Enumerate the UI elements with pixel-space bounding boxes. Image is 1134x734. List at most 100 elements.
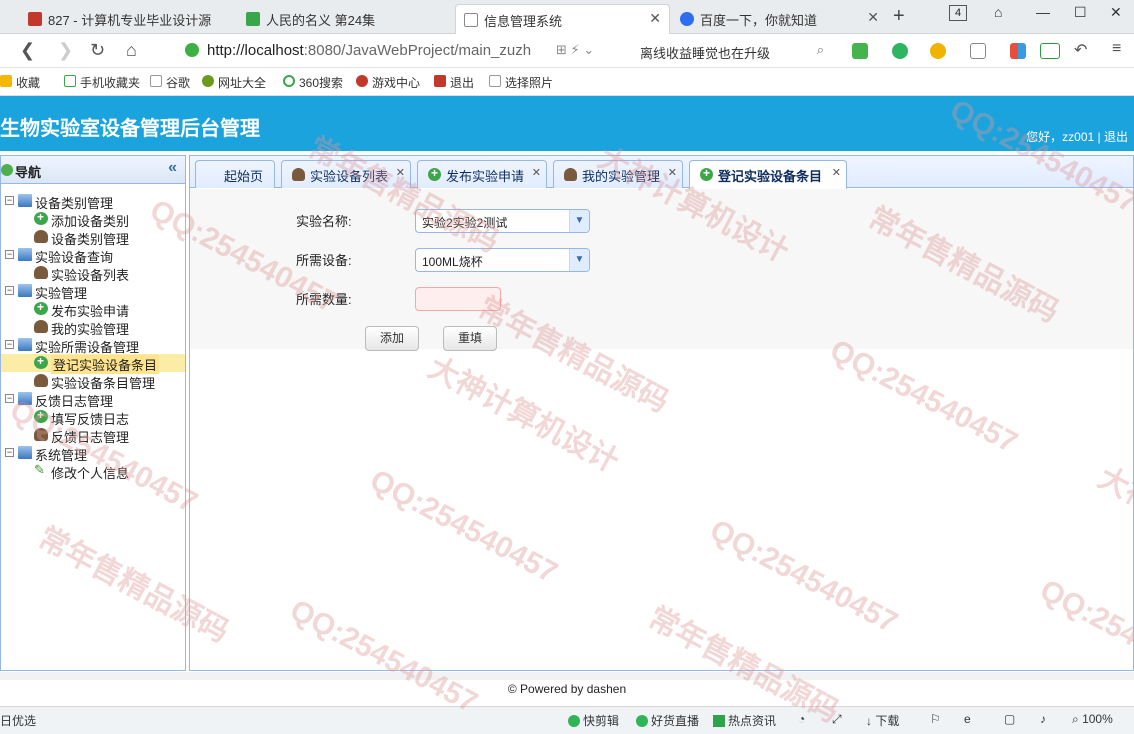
url-input[interactable]: http://localhost:8080/JavaWebProject/mai… [183, 39, 603, 63]
status-item-news[interactable]: 热点资讯 [713, 712, 776, 729]
add-button[interactable]: 添加 [365, 326, 419, 351]
tab-start-page[interactable]: 起始页 [195, 160, 275, 188]
status-item-label: 下载 [875, 714, 900, 728]
sidebar-item-14[interactable]: − 系统管理 [1, 444, 185, 463]
tab-label: 实验设备列表 [310, 169, 389, 184]
browser-tab-1[interactable]: 827 - 计算机专业毕业设计源 [20, 4, 235, 34]
logout-link[interactable]: 退出 [1104, 130, 1128, 144]
close-tab-icon[interactable]: ✕ [867, 9, 879, 26]
sidebar-item-2[interactable]: 设备类别管理 [1, 228, 185, 247]
quantity-input[interactable] [415, 287, 501, 311]
scissors-icon[interactable] [852, 43, 868, 59]
browser-tab-3[interactable]: 信息管理系统 ✕ [455, 4, 670, 34]
reload-icon[interactable]: ↻ [90, 40, 105, 61]
minimize-icon[interactable]: — [1036, 4, 1050, 20]
tree-toggle-icon[interactable]: − [5, 250, 14, 259]
screenshot-icon[interactable] [970, 43, 986, 59]
sidebar-item-1[interactable]: 添加设备类别 [1, 210, 185, 229]
maximize-icon[interactable]: ☐ [1074, 4, 1087, 21]
bookmark-item[interactable]: 收藏 [0, 74, 40, 91]
apps-icon[interactable] [1010, 43, 1026, 59]
status-left[interactable]: 日优选 [0, 712, 36, 729]
search-icon[interactable]: ⌕ [817, 42, 824, 58]
search-input[interactable]: 离线收益睡觉也在升级 ⌕ [630, 39, 830, 63]
window-icon[interactable]: ▢ [1004, 712, 1015, 726]
coin-icon[interactable] [930, 43, 946, 59]
chevron-down-icon[interactable]: ▼ [569, 249, 589, 271]
sound-icon[interactable]: ♪ [1040, 712, 1046, 726]
sidebar-item-6[interactable]: 发布实验申请 [1, 300, 185, 319]
tab-count[interactable]: 4 [949, 5, 967, 21]
tree-toggle-icon[interactable]: − [5, 286, 14, 295]
tab-publish-experiment[interactable]: 发布实验申请 ✕ [417, 160, 547, 188]
undo-icon[interactable]: ↶ [1074, 40, 1087, 60]
reset-button[interactable]: 重填 [443, 326, 497, 351]
close-tab-icon[interactable]: ✕ [649, 10, 661, 27]
tab-my-experiments[interactable]: 我的实验管理 ✕ [553, 160, 683, 188]
bookmark-label: 收藏 [16, 76, 41, 90]
tree-toggle-icon[interactable]: − [5, 196, 14, 205]
close-tab-icon[interactable]: ✕ [832, 166, 841, 179]
bookmark-item[interactable]: 360搜索 [283, 74, 343, 91]
url-tools-icon[interactable]: ⊞ ⚡ ⌄ [556, 42, 594, 58]
pin-icon[interactable]: ⤢ [832, 712, 842, 727]
forward-icon[interactable]: ❯ [58, 40, 73, 61]
bookmark-item[interactable]: 游戏中心 [356, 74, 420, 91]
new-tab-icon[interactable]: + [893, 5, 905, 28]
equipment-select[interactable]: 100ML烧杯 ▼ [415, 248, 590, 272]
sidebar-item-12[interactable]: 填写反馈日志 [1, 408, 185, 427]
register-form: 实验名称: 实验2实验2测试 ▼ 所需设备: 100ML烧杯 ▼ 所需数量: 添… [190, 189, 1133, 351]
back-icon[interactable]: ❮ [20, 40, 35, 61]
browser-tab-2[interactable]: 人民的名义 第24集 [238, 4, 453, 34]
translate-icon[interactable] [892, 43, 908, 59]
sidebar-item-5[interactable]: − 实验管理 [1, 282, 185, 301]
bookmark-item[interactable]: 手机收藏夹 [64, 74, 140, 91]
tree-toggle-icon[interactable]: − [5, 340, 14, 349]
search-text: 离线收益睡觉也在升级 [640, 46, 771, 61]
shirt-icon[interactable]: ⌂ [994, 4, 1002, 20]
horizontal-scrollbar[interactable] [0, 672, 1134, 680]
sidebar-item-0[interactable]: − 设备类别管理 [1, 192, 185, 211]
collapse-icon[interactable]: « [168, 159, 177, 177]
menu-icon[interactable]: ≡ [1112, 40, 1121, 58]
flag-icon[interactable]: ⚐ [930, 712, 941, 726]
speed-icon[interactable]: ◔ [798, 712, 805, 726]
app-title: 生物实验室设备管理后台管理 [0, 118, 260, 140]
close-window-icon[interactable]: ✕ [1110, 4, 1122, 21]
status-item-download[interactable]: ↓ 下载 [866, 712, 899, 729]
star-icon [0, 75, 12, 87]
bookmark-item[interactable]: 网址大全 [202, 74, 266, 91]
sidebar-item-11[interactable]: − 反馈日志管理 [1, 390, 185, 409]
tree-toggle-icon[interactable]: − [5, 448, 14, 457]
home-icon[interactable]: ⌂ [126, 40, 137, 61]
close-tab-icon[interactable]: ✕ [668, 166, 677, 179]
chevron-down-icon[interactable]: ▼ [569, 210, 589, 232]
battery-icon[interactable] [1040, 43, 1060, 59]
exit-icon [434, 75, 446, 87]
status-item-live[interactable]: 好货直播 [636, 712, 699, 729]
sidebar-item-7[interactable]: 我的实验管理 [1, 318, 185, 337]
sidebar-item-13[interactable]: 反馈日志管理 [1, 426, 185, 445]
tree-toggle-icon[interactable]: − [5, 394, 14, 403]
close-tab-icon[interactable]: ✕ [532, 166, 541, 179]
tab-equipment-list[interactable]: 实验设备列表 ✕ [281, 160, 411, 188]
sidebar-item-10[interactable]: 实验设备条目管理 [1, 372, 185, 391]
ie-icon[interactable]: e [964, 712, 971, 726]
tab-register-equipment[interactable]: 登记实验设备条目 ✕ [689, 160, 847, 189]
browser-tab-4[interactable]: 百度一下，你就知道 ✕ [672, 4, 887, 34]
bookmark-label: 退出 [450, 76, 475, 90]
sidebar-item-15[interactable]: 修改个人信息 [1, 462, 185, 481]
sidebar-item-9[interactable]: 登记实验设备条目 [1, 354, 185, 374]
close-tab-icon[interactable]: ✕ [396, 166, 405, 179]
experiment-select[interactable]: 实验2实验2测试 ▼ [415, 209, 590, 233]
sidebar-item-8[interactable]: − 实验所需设备管理 [1, 336, 185, 355]
bookmark-item[interactable]: 谷歌 [150, 74, 190, 91]
bookmark-item[interactable]: 退出 [434, 74, 474, 91]
sidebar-item-4[interactable]: 实验设备列表 [1, 264, 185, 283]
globe-icon [202, 75, 214, 87]
status-item-clip[interactable]: 快剪辑 [568, 712, 619, 729]
sidebar-item-3[interactable]: − 实验设备查询 [1, 246, 185, 265]
status-item-label: 好货直播 [651, 714, 700, 728]
bookmark-item[interactable]: 选择照片 [489, 74, 553, 91]
zoom-level[interactable]: ⌕ 100% [1072, 712, 1113, 727]
